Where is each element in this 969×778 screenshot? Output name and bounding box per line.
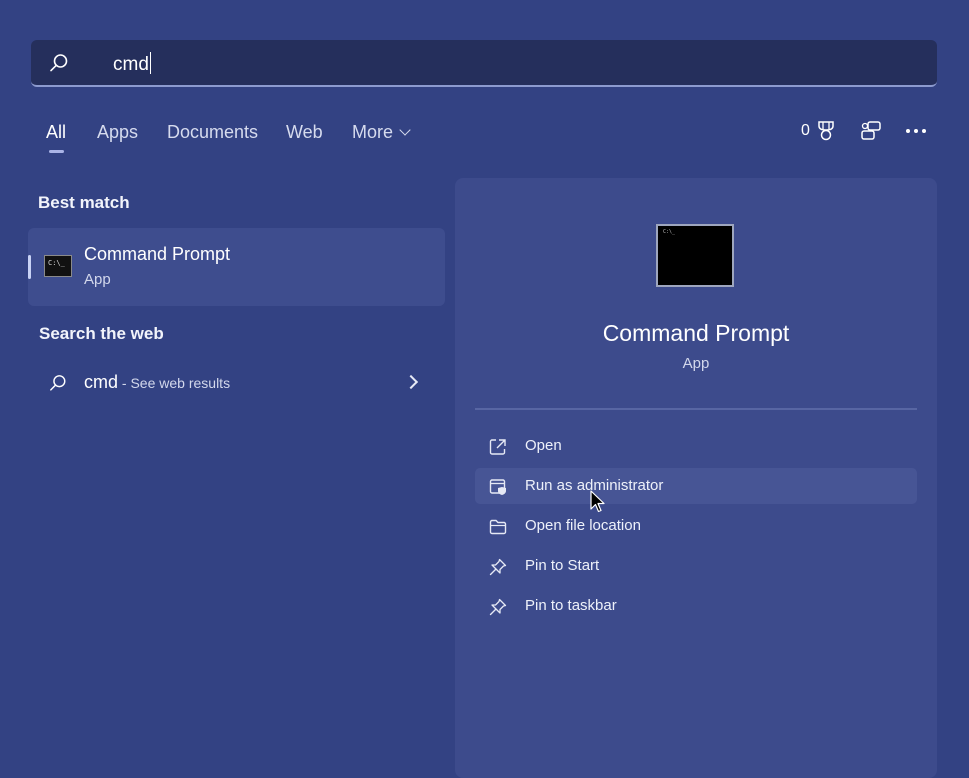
action-open-file-location[interactable]: Open file location (475, 508, 917, 544)
trophy-icon (818, 121, 834, 141)
selection-accent (28, 255, 31, 279)
best-match-item[interactable]: C:\_ Command Prompt App (28, 228, 445, 306)
shield-window-icon (489, 479, 506, 495)
tab-more-label: More (352, 122, 394, 142)
active-tab-indicator (49, 150, 64, 153)
pin-icon (489, 558, 507, 576)
tab-more[interactable]: More (352, 122, 411, 143)
open-external-icon (489, 439, 506, 455)
command-prompt-large-icon: C:\_ (656, 224, 734, 287)
chevron-right-icon (403, 374, 419, 390)
best-match-type: App (84, 271, 111, 288)
command-prompt-icon: C:\_ (44, 255, 72, 277)
detail-panel: C:\_ Command Prompt App Open Run as admi… (455, 178, 937, 778)
action-pin-to-taskbar[interactable]: Pin to taskbar (475, 588, 917, 624)
rewards-points: 0 (801, 122, 810, 139)
tab-apps[interactable]: Apps (97, 122, 138, 143)
detail-title: Command Prompt (602, 320, 790, 346)
best-match-name: Command Prompt (84, 244, 231, 264)
chevron-down-icon (399, 124, 411, 136)
action-open-file-location-label: Open file location (525, 517, 641, 534)
chat-icon (861, 121, 881, 140)
more-options-icon (906, 129, 926, 133)
action-run-as-administrator[interactable]: Run as administrator (475, 468, 917, 504)
action-open-label: Open (525, 437, 562, 454)
tab-all[interactable]: All (46, 122, 66, 143)
action-pin-to-taskbar-label: Pin to taskbar (525, 597, 617, 614)
search-icon (50, 54, 68, 72)
action-pin-to-start[interactable]: Pin to Start (475, 548, 917, 584)
action-pin-to-start-label: Pin to Start (525, 557, 600, 574)
web-search-result[interactable]: cmd - See web results (28, 360, 445, 406)
rewards-button[interactable]: 0 (801, 117, 836, 145)
action-open[interactable]: Open (475, 428, 917, 464)
tab-web[interactable]: Web (286, 122, 323, 143)
search-web-heading: Search the web (39, 324, 164, 343)
best-match-heading: Best match (38, 193, 130, 212)
tab-documents[interactable]: Documents (167, 122, 258, 143)
more-options-button[interactable] (905, 117, 927, 145)
web-hint: - See web results (118, 375, 231, 391)
mouse-cursor-icon (590, 490, 605, 513)
chat-button[interactable] (860, 117, 882, 145)
search-query: cmd (113, 52, 151, 75)
divider (475, 408, 917, 410)
web-query: cmd - See web results (84, 372, 231, 392)
folder-icon (489, 519, 507, 535)
text-caret (149, 52, 151, 74)
search-icon (50, 375, 66, 391)
search-input[interactable]: cmd (31, 40, 937, 87)
pin-icon (489, 598, 507, 616)
detail-type: App (682, 355, 710, 372)
